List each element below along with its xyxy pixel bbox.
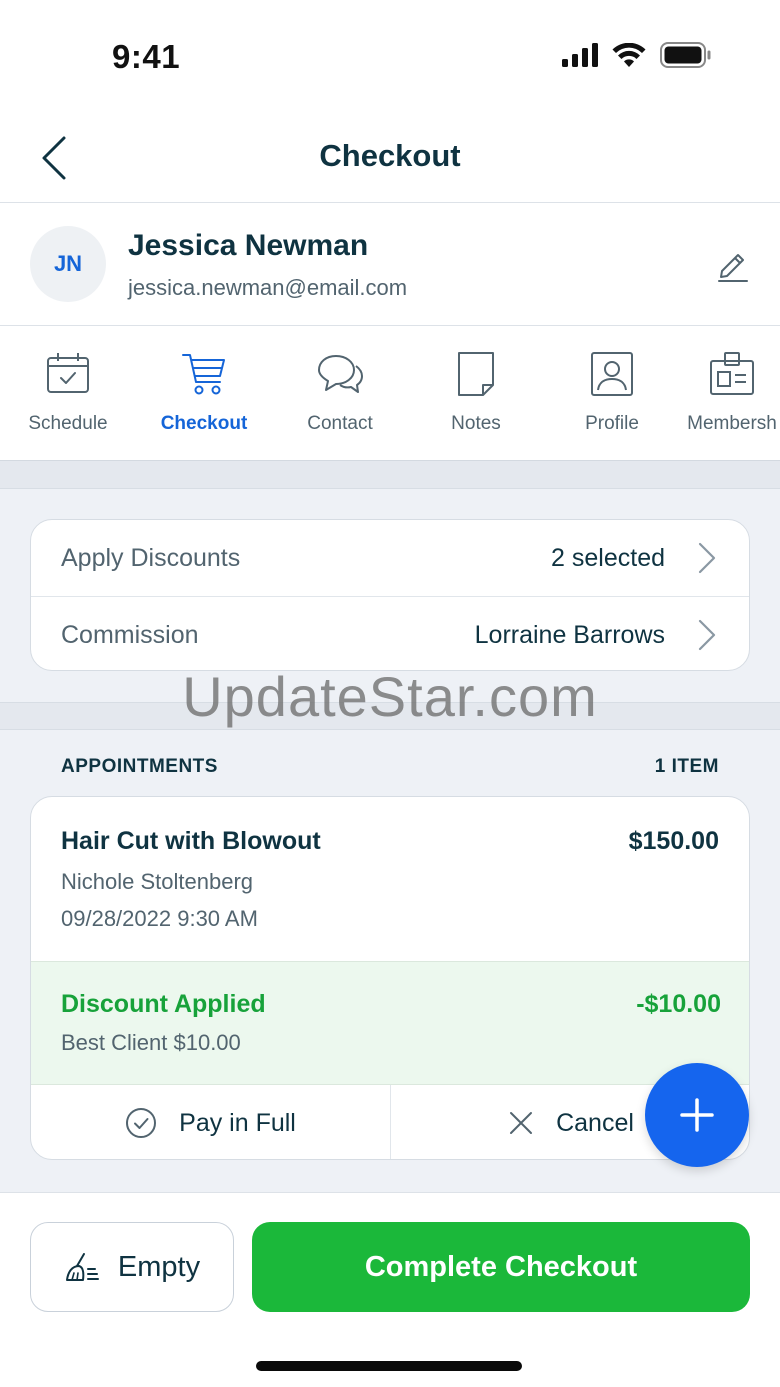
profile-icon [591,352,633,396]
tab-label: Schedule [28,413,108,434]
pay-in-full-label: Pay in Full [179,1108,296,1137]
calendar-check-icon [47,353,89,393]
home-indicator [256,1361,522,1371]
service-price: $150.00 [628,827,719,855]
client-header: JN Jessica Newman jessica.newman@email.c… [0,203,780,326]
commission-row[interactable]: Commission Lorraine Barrows [31,596,749,670]
tab-label: Profile [585,413,639,434]
avatar: JN [30,226,106,302]
cart-icon [182,354,225,395]
chevron-right-icon [698,542,716,574]
battery-icon [660,42,711,68]
client-tabs: Schedule Checkout Contact Notes Profile … [0,326,780,461]
tab-label: Membersh [687,413,777,434]
service-name: Hair Cut with Blowout [61,827,321,855]
tab-label: Contact [307,413,373,434]
client-email: jessica.newman@email.com [128,275,408,300]
close-icon [510,1112,533,1134]
tab-checkout[interactable]: Checkout [136,326,272,460]
status-time: 9:41 [112,38,181,75]
chevron-right-icon [698,619,716,651]
service-datetime: 09/28/2022 9:30 AM [61,906,258,931]
tab-profile[interactable]: Profile [544,326,680,460]
bottom-action-bar: Empty Complete Checkout [0,1192,780,1387]
appointment-card: Hair Cut with Blowout $150.00 Nichole St… [30,796,750,1160]
add-item-button[interactable] [645,1063,749,1167]
watermark: UpdateStar.com [182,665,598,728]
client-name: Jessica Newman [128,229,369,262]
tab-notes[interactable]: Notes [408,326,544,460]
id-badge-icon [710,352,754,395]
complete-checkout-button[interactable]: Complete Checkout [252,1222,750,1312]
cellular-signal-icon [562,43,598,67]
appointments-count: 1 ITEM [654,756,719,777]
wifi-icon [612,42,646,67]
tab-label: Notes [451,413,501,434]
edit-client-button[interactable] [716,247,750,283]
pay-in-full-button[interactable]: Pay in Full [31,1085,391,1159]
pencil-icon [718,254,748,282]
service-staff: Nichole Stoltenberg [61,869,254,894]
check-circle-icon [126,1108,157,1138]
discount-name: Best Client $10.00 [61,1030,241,1055]
status-icons [562,42,712,68]
tab-schedule[interactable]: Schedule [0,326,136,460]
setting-value: 2 selected [551,544,665,572]
setting-value: Lorraine Barrows [474,621,665,649]
page-title: Checkout [319,138,461,173]
checkout-settings-card: Apply Discounts 2 selected Commission Lo… [30,519,750,671]
plus-icon [680,1098,714,1132]
discount-applied-box: Discount Applied -$10.00 Best Client $10… [31,961,749,1085]
setting-label: Commission [61,621,199,649]
empty-cart-button[interactable]: Empty [30,1222,234,1312]
tab-contact[interactable]: Contact [272,326,408,460]
appointments-header: APPOINTMENTS [61,756,218,777]
setting-label: Apply Discounts [61,544,241,572]
discount-amount: -$10.00 [636,990,721,1018]
cancel-label: Cancel [556,1108,634,1137]
tab-membership[interactable]: Membersh [664,326,780,460]
empty-label: Empty [117,1250,201,1283]
status-bar: 9:41 [0,0,780,110]
section-divider [0,461,780,489]
chat-bubbles-icon [318,355,363,393]
discount-title: Discount Applied [61,990,266,1018]
apply-discounts-row[interactable]: Apply Discounts 2 selected [31,520,749,596]
broom-icon [65,1253,99,1281]
appointment-actions: Pay in Full Cancel [31,1085,749,1159]
note-icon [458,352,494,396]
nav-bar: Checkout [0,110,780,203]
tab-label: Checkout [160,413,248,434]
